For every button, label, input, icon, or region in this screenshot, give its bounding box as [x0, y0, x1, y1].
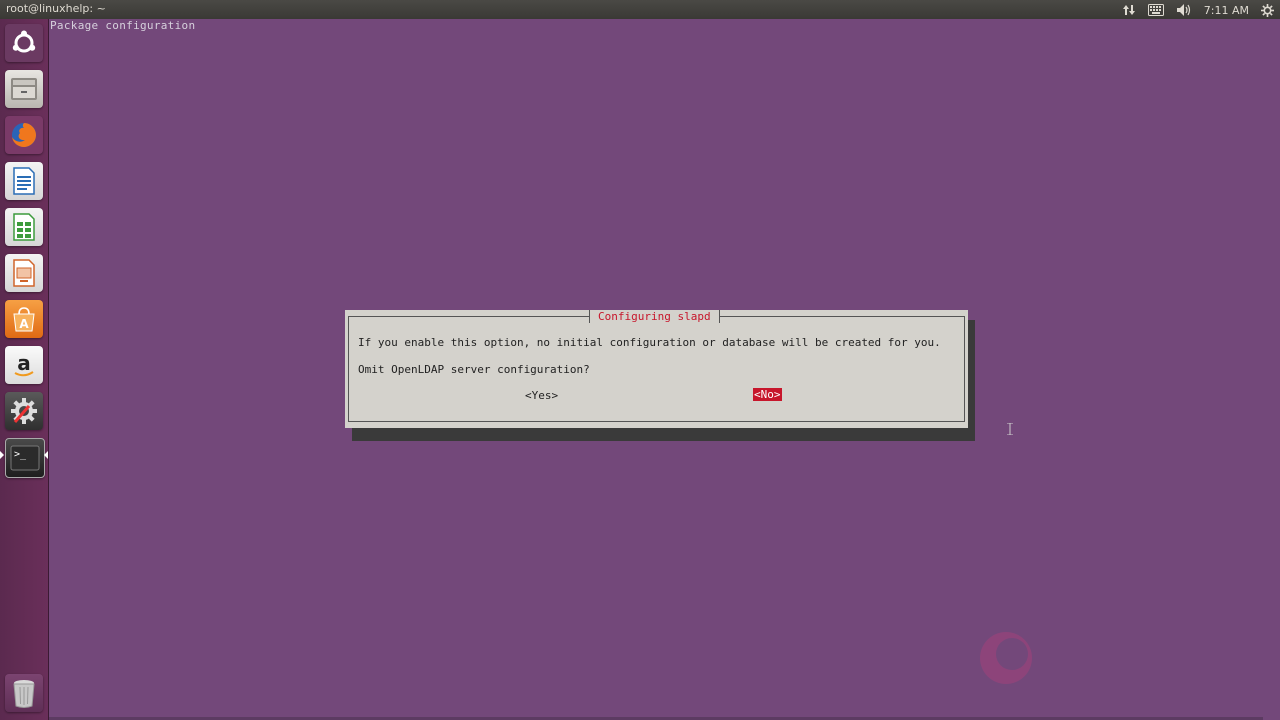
watermark-emblem-icon	[980, 632, 1032, 684]
launcher-impress[interactable]	[5, 254, 43, 292]
writer-icon	[13, 167, 35, 195]
impress-icon	[13, 259, 35, 287]
top-panel: root@linuxhelp: ~ 7:11 AM	[0, 0, 1280, 19]
running-indicator-icon	[0, 451, 4, 459]
firefox-icon	[12, 123, 36, 147]
trash-icon	[13, 680, 35, 708]
window-title: root@linuxhelp: ~	[6, 2, 106, 15]
no-button[interactable]: <No>	[753, 388, 782, 401]
launcher-software-center[interactable]: A	[5, 300, 43, 338]
sound-indicator[interactable]	[1176, 2, 1192, 18]
file-manager-icon	[11, 78, 37, 100]
svg-text:a: a	[17, 351, 31, 375]
gear-icon	[1261, 3, 1274, 17]
yes-button[interactable]: <Yes>	[525, 389, 558, 402]
keyboard-icon	[1147, 4, 1164, 16]
launcher-system-settings[interactable]	[5, 392, 43, 430]
speaker-icon	[1176, 4, 1190, 16]
dialog-message: If you enable this option, no initial co…	[358, 336, 941, 349]
linuxhelp-watermark-logo	[976, 628, 1236, 688]
focused-indicator-icon	[44, 451, 48, 459]
network-indicator[interactable]	[1122, 2, 1136, 18]
launcher-files[interactable]	[5, 70, 43, 108]
package-configuration-header: Package configuration	[50, 19, 196, 32]
launcher-dash-home[interactable]	[5, 24, 43, 62]
amazon-icon: a	[14, 351, 34, 377]
svg-text:A: A	[19, 317, 29, 331]
software-center-icon: A	[13, 307, 35, 332]
clock-indicator[interactable]: 7:11 AM	[1204, 2, 1249, 18]
settings-icon	[11, 398, 37, 424]
launcher-amazon[interactable]: a	[5, 346, 43, 384]
ibeam-cursor-icon	[1007, 423, 1013, 435]
launcher-calc[interactable]	[5, 208, 43, 246]
network-arrows-icon	[1122, 5, 1135, 15]
ubuntu-logo-icon	[12, 30, 36, 53]
dialog-title: Configuring slapd	[589, 310, 720, 323]
indicator-area: 7:11 AM	[1122, 1, 1274, 19]
launcher-firefox[interactable]	[5, 116, 43, 154]
launcher-terminal[interactable]: >_	[5, 438, 45, 478]
keyboard-indicator[interactable]	[1147, 2, 1164, 18]
config-dialog: Configuring slapd If you enable this opt…	[345, 310, 968, 428]
launcher: A a >_	[0, 19, 49, 720]
terminal-glyph: >_	[14, 449, 27, 460]
terminal-scrollbar[interactable]	[1263, 19, 1280, 720]
session-indicator[interactable]	[1261, 2, 1274, 18]
dialog-question: Omit OpenLDAP server configuration?	[358, 363, 590, 376]
launcher-trash[interactable]	[5, 674, 43, 712]
calc-icon	[13, 213, 35, 241]
launcher-writer[interactable]	[5, 162, 43, 200]
